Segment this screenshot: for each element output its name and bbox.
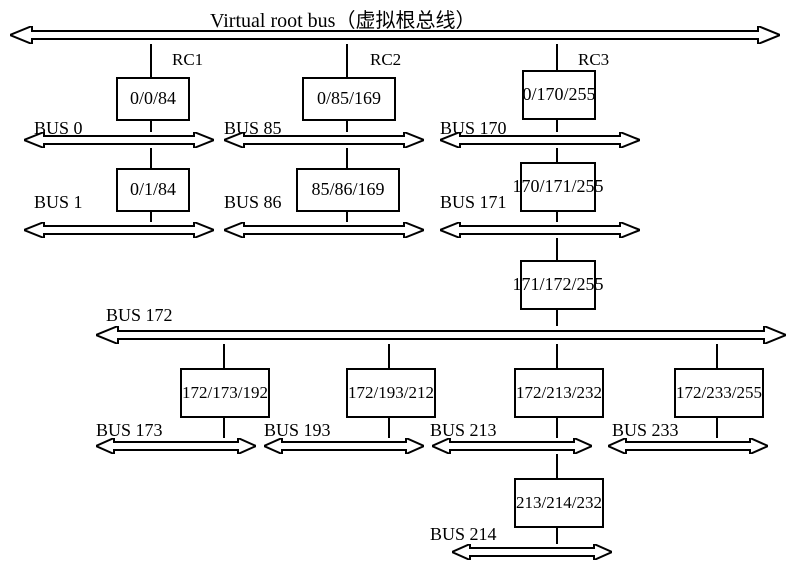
node-rc3-3: 171/172/255 — [520, 260, 596, 310]
virtual-root-bus-arrow — [10, 26, 780, 44]
node-b172-4: 172/233/255 — [674, 368, 764, 418]
node-b172-2: 172/193/212 — [346, 368, 436, 418]
edge-bus85-rc2bot — [346, 148, 348, 168]
label-bus171: BUS 171 — [440, 192, 507, 213]
node-rc1-top: 0/0/84 — [116, 77, 190, 121]
edge-bus172-c2 — [388, 344, 390, 368]
bus86-arrow — [224, 222, 424, 238]
edge-bus172-c3 — [556, 344, 558, 368]
edge-bus172-c4 — [716, 344, 718, 368]
edge-rc3top-bus170 — [556, 118, 558, 132]
label-bus1: BUS 1 — [34, 192, 83, 213]
edge-bus171-n3 — [556, 238, 558, 260]
edge-root-rc2 — [346, 44, 348, 77]
label-rc3: RC3 — [578, 50, 609, 70]
node-b213: 213/214/232 — [514, 478, 604, 528]
edge-bus213-n214 — [556, 454, 558, 478]
edge-bus0-rc1bot — [150, 148, 152, 168]
bus170-arrow — [440, 132, 640, 148]
node-rc2-bot: 85/86/169 — [296, 168, 400, 212]
node-rc3-top: 0/170/255 — [522, 70, 596, 120]
edge-c3-bus213 — [556, 416, 558, 438]
edge-rc1bot-bus1 — [150, 210, 152, 222]
edge-c1-bus173 — [223, 416, 225, 438]
edge-n3-bus172 — [556, 308, 558, 326]
edge-rc2bot-bus86 — [346, 210, 348, 222]
edge-rc1top-bus0 — [150, 119, 152, 132]
label-bus86: BUS 86 — [224, 192, 282, 213]
bus173-arrow — [96, 438, 256, 454]
edge-c4-bus233 — [716, 416, 718, 438]
bus213-arrow — [432, 438, 592, 454]
label-bus172: BUS 172 — [106, 305, 173, 326]
node-rc2-top: 0/85/169 — [302, 77, 396, 121]
node-rc3-bot: 170/171/255 — [520, 162, 596, 212]
edge-bus170-rc3bot — [556, 148, 558, 162]
node-b172-1: 172/173/192 — [180, 368, 270, 418]
edge-bus172-c1 — [223, 344, 225, 368]
edge-root-rc3 — [556, 44, 558, 70]
label-bus214: BUS 214 — [430, 524, 497, 545]
edge-rc2top-bus85 — [346, 119, 348, 132]
node-b172-3: 172/213/232 — [514, 368, 604, 418]
bus1-arrow — [24, 222, 214, 238]
bus193-arrow — [264, 438, 424, 454]
bus214-arrow — [452, 544, 612, 560]
node-rc1-bot: 0/1/84 — [116, 168, 190, 212]
label-rc1: RC1 — [172, 50, 203, 70]
bus0-arrow — [24, 132, 214, 148]
edge-c2-bus193 — [388, 416, 390, 438]
edge-root-rc1 — [150, 44, 152, 77]
bus171-arrow — [440, 222, 640, 238]
label-rc2: RC2 — [370, 50, 401, 70]
bus85-arrow — [224, 132, 424, 148]
bus172-arrow — [96, 326, 786, 344]
bus233-arrow — [608, 438, 768, 454]
edge-rc3bot-bus171 — [556, 210, 558, 222]
edge-n214-bus214 — [556, 526, 558, 544]
